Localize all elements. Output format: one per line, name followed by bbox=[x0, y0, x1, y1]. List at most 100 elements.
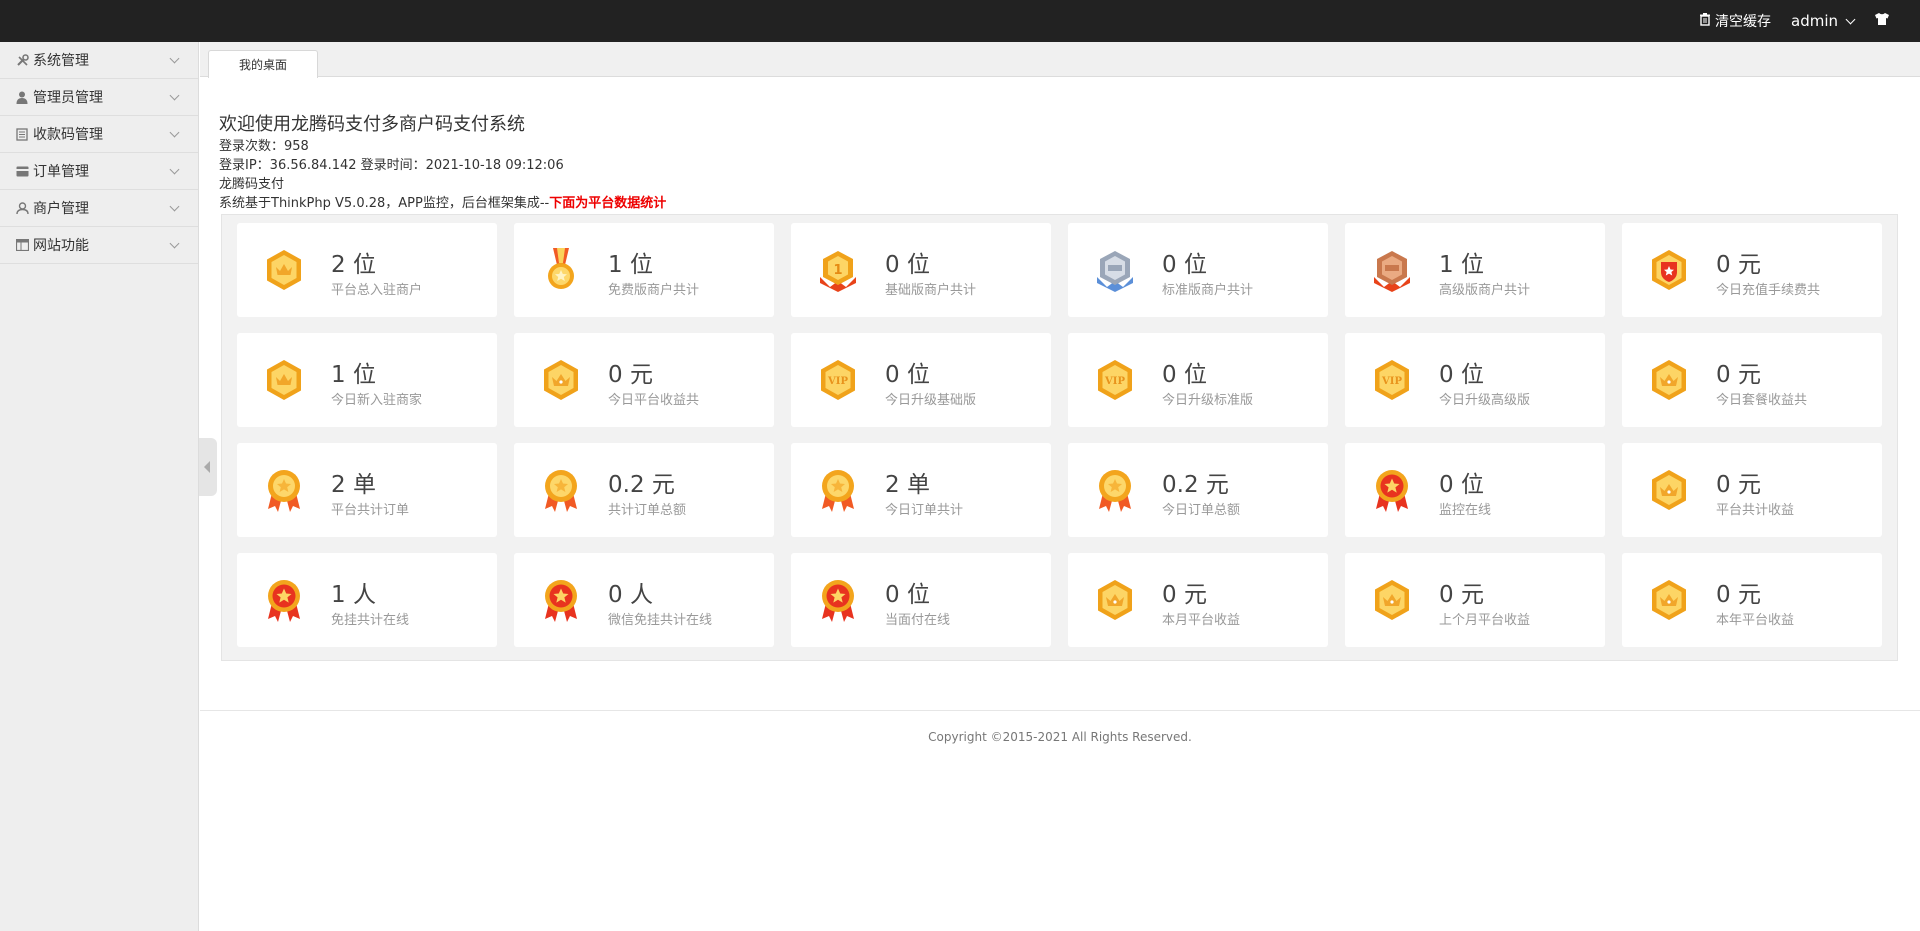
stat-value: 2 单 bbox=[885, 472, 930, 498]
stat-value: 0.2 元 bbox=[1162, 472, 1229, 498]
stat-label: 平台共计收益 bbox=[1716, 503, 1795, 518]
stat-card[interactable]: 0 元本月平台收益 bbox=[1068, 553, 1328, 647]
framework-text: 系统基于ThinkPhp V5.0.28，APP监控，后台框架集成-- bbox=[219, 196, 550, 211]
stat-card[interactable]: 1 位免费版商户共计 bbox=[514, 223, 774, 317]
copyright: Copyright ©2015-2021 All Rights Reserved… bbox=[928, 730, 1192, 744]
stat-card[interactable]: 0 元平台共计收益 bbox=[1622, 443, 1882, 537]
stat-label: 今日套餐收益共 bbox=[1716, 393, 1808, 408]
stat-card[interactable]: 0 人微信免挂共计在线 bbox=[514, 553, 774, 647]
footer-divider bbox=[200, 710, 1920, 711]
chevron-down-icon bbox=[169, 201, 180, 212]
stat-card[interactable]: 1 位高级版商户共计 bbox=[1345, 223, 1605, 317]
stat-card[interactable]: 0 元今日充值手续费共 bbox=[1622, 223, 1882, 317]
crown-hexagon-medal-icon bbox=[1647, 467, 1691, 513]
stat-label: 本月平台收益 bbox=[1162, 613, 1241, 628]
merchant-icon bbox=[15, 201, 29, 215]
stat-card[interactable]: 2 单今日订单共计 bbox=[791, 443, 1051, 537]
shirt-icon bbox=[1874, 12, 1890, 30]
crown-hexagon-medal-icon bbox=[1370, 577, 1414, 623]
stat-value: 0 元 bbox=[608, 362, 653, 388]
sidebar-item-merchants[interactable]: 商户管理 bbox=[0, 190, 198, 227]
stat-value: 0 元 bbox=[1716, 582, 1761, 608]
sidebar-item-system[interactable]: 系统管理 bbox=[0, 42, 198, 79]
sidebar-item-qrcodes[interactable]: 收款码管理 bbox=[0, 116, 198, 153]
sidebar-item-label: 网站功能 bbox=[33, 238, 89, 254]
stat-value: 0 位 bbox=[885, 362, 930, 388]
stat-card[interactable]: 1 人免挂共计在线 bbox=[237, 553, 497, 647]
chevron-down-icon bbox=[169, 127, 180, 138]
chevron-down-icon bbox=[169, 238, 180, 249]
stat-card[interactable]: 0.2 元今日订单总额 bbox=[1068, 443, 1328, 537]
stats-grid: 2 位平台总入驻商户 1 位免费版商户共计 1 0 位基础版商户共计 0 位标准版商户共… bbox=[221, 214, 1898, 661]
ribbon-medal-icon bbox=[539, 247, 583, 293]
stat-value: 2 位 bbox=[331, 252, 376, 278]
welcome-panel: 欢迎使用龙腾码支付多商户码支付系统 登录次数：958 登录IP：36.56.84… bbox=[219, 113, 666, 213]
brand-name: 龙腾码支付 bbox=[219, 177, 285, 192]
stat-label: 免费版商户共计 bbox=[608, 283, 700, 298]
sidebar-item-label: 商户管理 bbox=[33, 201, 89, 217]
stat-label: 高级版商户共计 bbox=[1439, 283, 1531, 298]
tab-strip: 我的桌面 bbox=[200, 42, 1920, 78]
stat-value: 0 元 bbox=[1716, 362, 1761, 388]
stat-card[interactable]: 0 元本年平台收益 bbox=[1622, 553, 1882, 647]
stat-card[interactable]: 0 位标准版商户共计 bbox=[1068, 223, 1328, 317]
stat-label: 今日平台收益共 bbox=[608, 393, 700, 408]
framework-info: 系统基于ThinkPhp V5.0.28，APP监控，后台框架集成--下面为平台… bbox=[219, 194, 666, 213]
stat-value: 0 元 bbox=[1716, 472, 1761, 498]
user-menu[interactable]: admin bbox=[1791, 12, 1856, 30]
stat-value: 0 位 bbox=[885, 252, 930, 278]
vip-hexagon-icon: VIP bbox=[1370, 357, 1414, 403]
stat-card[interactable]: 0 位监控在线 bbox=[1345, 443, 1605, 537]
svg-text:VIP: VIP bbox=[1381, 376, 1402, 387]
stat-card[interactable]: 0 元上个月平台收益 bbox=[1345, 553, 1605, 647]
crown-hexagon-medal-icon bbox=[1647, 357, 1691, 403]
stat-label: 今日订单共计 bbox=[885, 503, 964, 518]
stat-card[interactable]: VIP 0 位今日升级高级版 bbox=[1345, 333, 1605, 427]
stat-value: 0 人 bbox=[608, 582, 653, 608]
page-title: 欢迎使用龙腾码支付多商户码支付系统 bbox=[219, 114, 525, 135]
login-info: 登录IP：36.56.84.142 登录时间：2021-10-18 09:12:… bbox=[219, 158, 564, 173]
chevron-left-icon bbox=[204, 461, 210, 473]
stat-card[interactable]: 0 位当面付在线 bbox=[791, 553, 1051, 647]
stats-heading: 下面为平台数据统计 bbox=[549, 196, 667, 211]
stat-label: 今日充值手续费共 bbox=[1716, 283, 1821, 298]
stat-card[interactable]: VIP 0 位今日升级标准版 bbox=[1068, 333, 1328, 427]
stat-value: 0 元 bbox=[1162, 582, 1207, 608]
stat-card[interactable]: 0.2 元共计订单总额 bbox=[514, 443, 774, 537]
red-star-rosette-icon bbox=[539, 577, 583, 623]
clear-cache-button[interactable]: 清空缓存 bbox=[1699, 11, 1771, 31]
card-icon bbox=[15, 164, 29, 178]
stat-card[interactable]: 0 元今日平台收益共 bbox=[514, 333, 774, 427]
gold-hexagon-medal-icon bbox=[262, 357, 306, 403]
stat-card[interactable]: 2 位平台总入驻商户 bbox=[237, 223, 497, 317]
stat-card[interactable]: 0 元今日套餐收益共 bbox=[1622, 333, 1882, 427]
gold-rosette-icon bbox=[1093, 467, 1137, 513]
sidebar-item-admins[interactable]: 管理员管理 bbox=[0, 79, 198, 116]
bronze-rank-badge-icon bbox=[1370, 247, 1414, 293]
theme-button[interactable] bbox=[1874, 12, 1890, 30]
wrench-icon bbox=[15, 53, 29, 67]
stat-card[interactable]: VIP 0 位今日升级基础版 bbox=[791, 333, 1051, 427]
login-count: 登录次数：958 bbox=[219, 139, 309, 154]
gold-rank-badge-icon: 1 bbox=[816, 247, 860, 293]
sidebar-item-orders[interactable]: 订单管理 bbox=[0, 153, 198, 190]
stat-card[interactable]: 1 位今日新入驻商家 bbox=[237, 333, 497, 427]
stat-value: 0 元 bbox=[1439, 582, 1484, 608]
stat-card[interactable]: 2 单平台共计订单 bbox=[237, 443, 497, 537]
stat-value: 0 位 bbox=[1439, 472, 1484, 498]
tab-my-desktop[interactable]: 我的桌面 bbox=[208, 50, 318, 78]
stat-label: 今日新入驻商家 bbox=[331, 393, 423, 408]
crown-hexagon-medal-icon bbox=[1093, 577, 1137, 623]
stat-label: 今日升级标准版 bbox=[1162, 393, 1254, 408]
sidebar-item-website[interactable]: 网站功能 bbox=[0, 227, 198, 264]
top-navbar: 清空缓存 admin bbox=[0, 0, 1920, 42]
stat-card[interactable]: 1 0 位基础版商户共计 bbox=[791, 223, 1051, 317]
stat-value: 0 位 bbox=[1162, 252, 1207, 278]
sidebar-collapse-handle[interactable] bbox=[199, 438, 217, 496]
gold-rosette-icon bbox=[262, 467, 306, 513]
sidebar-item-label: 系统管理 bbox=[33, 53, 89, 69]
stat-value: 1 位 bbox=[608, 252, 653, 278]
gold-rosette-icon bbox=[816, 467, 860, 513]
stat-label: 今日升级基础版 bbox=[885, 393, 977, 408]
stat-value: 1 位 bbox=[1439, 252, 1484, 278]
